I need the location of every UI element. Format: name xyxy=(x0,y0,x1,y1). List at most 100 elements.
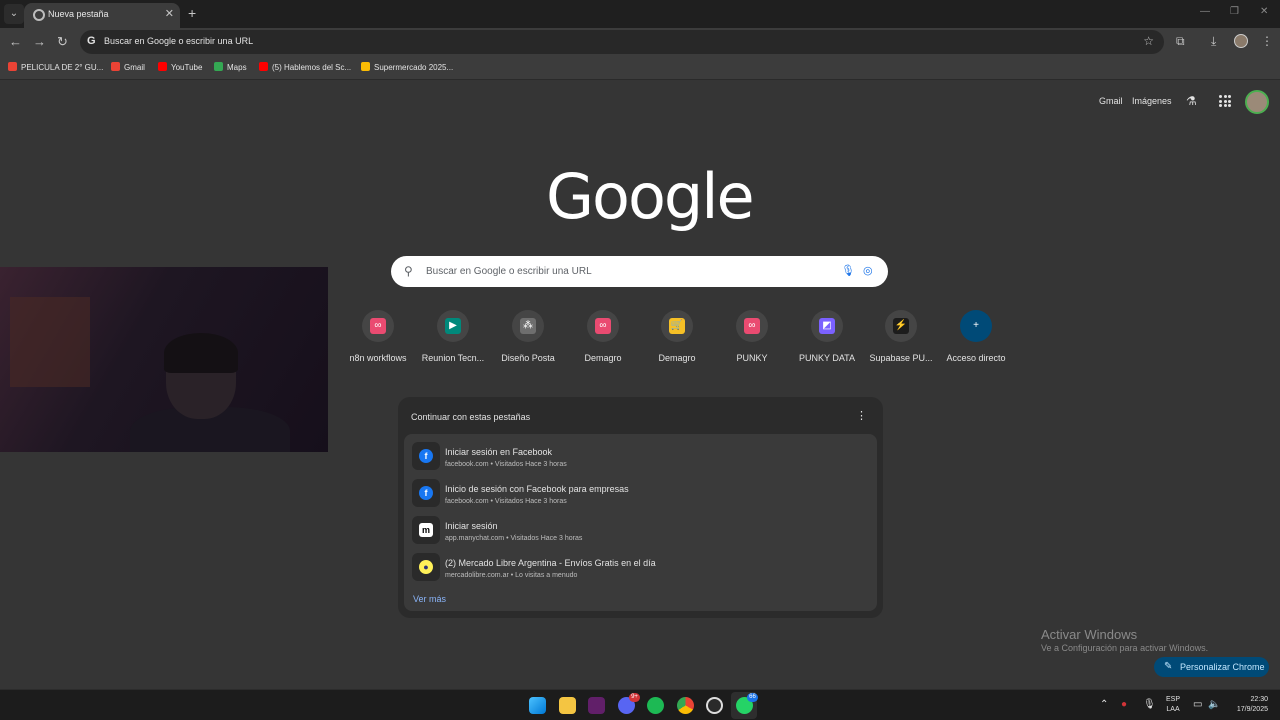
tab-strip: ⌄ Nueva pestaña ✕ + — ❐ ✕ xyxy=(0,0,1280,28)
shortcut-tile[interactable]: 🛒 Demagro xyxy=(640,310,714,363)
clock-time: 22:30 xyxy=(1250,696,1268,703)
gmail-icon xyxy=(111,62,120,71)
continue-tab-row[interactable]: m Iniciar sesión app.manychat.com • Visita… xyxy=(408,512,873,548)
window-close-icon[interactable]: ✕ xyxy=(1260,6,1268,17)
close-icon[interactable]: ✕ xyxy=(165,7,174,20)
profile-avatar[interactable] xyxy=(1234,34,1248,48)
new-tab-icon[interactable]: + xyxy=(188,5,196,21)
youtube-icon xyxy=(158,62,167,71)
shortcut-label: Demagro xyxy=(584,353,622,363)
shortcut-label: PUNKY DATA xyxy=(798,353,855,363)
search-icon: ⚲ xyxy=(404,264,413,278)
clock[interactable]: 22:30 17/9/2025 xyxy=(1228,695,1268,715)
pencil-icon: ✎ xyxy=(1164,661,1173,672)
google-g-icon: G xyxy=(87,35,96,47)
account-avatar[interactable] xyxy=(1245,90,1269,114)
lens-icon[interactable]: ◎ xyxy=(863,264,873,277)
slack-icon[interactable] xyxy=(588,697,605,714)
tray-app-icon[interactable]: ● xyxy=(1121,699,1127,710)
restore-icon[interactable]: ❐ xyxy=(1230,6,1239,17)
shortcut-tile[interactable]: ⁂ Diseño Posta xyxy=(491,310,565,363)
bookmarks-bar: PELICULA DE 2° GU... Gmail YouTube Maps … xyxy=(0,56,1280,80)
shortcut-label: n8n workflows xyxy=(349,353,407,363)
bookmark-star-icon[interactable]: ☆ xyxy=(1143,34,1154,48)
activate-windows-watermark: Activar Windows Ve a Configuración para … xyxy=(1041,627,1208,653)
bookmark-hablemos[interactable]: (5) Hablemos del Sc... xyxy=(259,62,351,72)
bookmark-supermercado[interactable]: Supermercado 2025... xyxy=(361,62,453,72)
language-indicator[interactable]: ESP LAA xyxy=(1166,695,1180,715)
site-favicon: ● xyxy=(412,553,440,581)
back-icon[interactable]: ← xyxy=(9,34,22,49)
chrome-icon xyxy=(33,9,45,21)
shortcut-label: Supabase PU... xyxy=(869,353,933,363)
microphone-icon[interactable]: 🎙 xyxy=(841,264,855,277)
chatgpt-icon[interactable] xyxy=(706,697,723,714)
shortcut-icon: + xyxy=(960,310,992,342)
shortcut-tile[interactable]: + Acceso directo xyxy=(939,310,1013,363)
bookmark-icon xyxy=(8,62,17,71)
whatsapp-badge: 66 xyxy=(747,693,758,702)
continue-tab-row[interactable]: f Inicio de sesión con Facebook para empr… xyxy=(408,475,873,511)
bookmark-gmail[interactable]: Gmail xyxy=(111,62,145,72)
shortcut-label: Demagro xyxy=(658,353,696,363)
customize-chrome-button[interactable]: ✎ Personalizar Chrome xyxy=(1154,657,1269,677)
bookmark-youtube[interactable]: YouTube xyxy=(158,62,202,72)
network-icon[interactable]: ▭ xyxy=(1193,699,1202,710)
reload-icon[interactable]: ↻ xyxy=(57,34,68,50)
shortcut-tile[interactable]: ∞ n8n workflows xyxy=(341,310,415,363)
site-favicon: f xyxy=(412,479,440,507)
continue-tab-row[interactable]: f Iniciar sesión en Facebook facebook.com … xyxy=(408,438,873,474)
tray-mic-icon[interactable]: 🎙 xyxy=(1143,699,1156,710)
shortcut-tile[interactable]: ▶ Reunion Tecn... xyxy=(416,310,490,363)
maps-icon xyxy=(214,62,223,71)
activate-windows-title: Activar Windows xyxy=(1041,627,1138,642)
webcam-overlay xyxy=(0,267,328,452)
shortcut-tile[interactable]: ∞ PUNKY xyxy=(715,310,789,363)
shortcut-label: Acceso directo xyxy=(946,353,1006,363)
continue-tab-row[interactable]: ● (2) Mercado Libre Argentina - Envíos Gr… xyxy=(408,549,873,585)
youtube-icon xyxy=(259,62,268,71)
shortcut-icon: 🛒 xyxy=(661,310,693,342)
file-explorer-icon[interactable] xyxy=(559,697,576,714)
card-title: Continuar con estas pestañas xyxy=(411,412,531,422)
activate-windows-subtitle: Ve a Configuración para activar Windows. xyxy=(1041,643,1209,653)
windows-start-icon[interactable] xyxy=(529,697,546,714)
address-bar-text: Buscar en Google o escribir una URL xyxy=(104,36,254,46)
shortcut-icon: ⚡ xyxy=(885,310,917,342)
row-subtitle: facebook.com • Visitados Hace 3 horas xyxy=(445,498,567,505)
tray-chevron-icon[interactable]: ⌃ xyxy=(1100,699,1108,710)
bookmark-pelicula[interactable]: PELICULA DE 2° GU... xyxy=(8,62,103,72)
menu-icon[interactable]: ⋮ xyxy=(1261,34,1273,48)
shortcut-tile[interactable]: ⚡ Supabase PU... xyxy=(864,310,938,363)
shortcut-icon: ◩ xyxy=(811,310,843,342)
bookmark-maps[interactable]: Maps xyxy=(214,62,247,72)
site-favicon: f xyxy=(412,442,440,470)
images-link[interactable]: Imágenes xyxy=(1132,96,1172,106)
minimize-icon[interactable]: — xyxy=(1200,6,1210,17)
more-vert-icon[interactable]: ⋮ xyxy=(856,409,867,422)
chrome-taskbar-icon[interactable] xyxy=(677,697,694,714)
row-subtitle: facebook.com • Visitados Hace 3 horas xyxy=(445,461,567,468)
extensions-icon[interactable]: ⧉ xyxy=(1176,34,1185,49)
spotify-icon[interactable] xyxy=(647,697,664,714)
gmail-link[interactable]: Gmail xyxy=(1099,96,1123,106)
address-bar[interactable]: G Buscar en Google o escribir una URL ☆ xyxy=(80,30,1164,54)
volume-icon[interactable]: 🔈 xyxy=(1208,699,1220,710)
shortcut-icon: ▶ xyxy=(437,310,469,342)
download-icon[interactable]: ⤓ xyxy=(1211,34,1216,49)
clock-date: 17/9/2025 xyxy=(1236,706,1268,713)
row-title: Iniciar sesión en Facebook xyxy=(445,447,553,457)
apps-grid-icon[interactable] xyxy=(1219,95,1231,107)
search-box[interactable]: ⚲ Buscar en Google o escribir una URL 🎙 … xyxy=(391,256,888,287)
shortcut-tile[interactable]: ∞ Demagro xyxy=(566,310,640,363)
shortcut-tile[interactable]: ◩ PUNKY DATA xyxy=(790,310,864,363)
site-favicon: m xyxy=(412,516,440,544)
tab-new-tab[interactable]: Nueva pestaña ✕ xyxy=(24,3,180,28)
shortcut-icon: ∞ xyxy=(362,310,394,342)
see-more-link[interactable]: Ver más xyxy=(413,594,446,604)
labs-flask-icon[interactable]: ⚗ xyxy=(1186,94,1197,108)
forward-icon[interactable]: → xyxy=(33,34,46,49)
discord-icon[interactable]: 9+ xyxy=(618,693,640,714)
tab-search-icon[interactable]: ⌄ xyxy=(4,4,24,24)
whatsapp-icon[interactable]: 66 xyxy=(736,693,758,714)
